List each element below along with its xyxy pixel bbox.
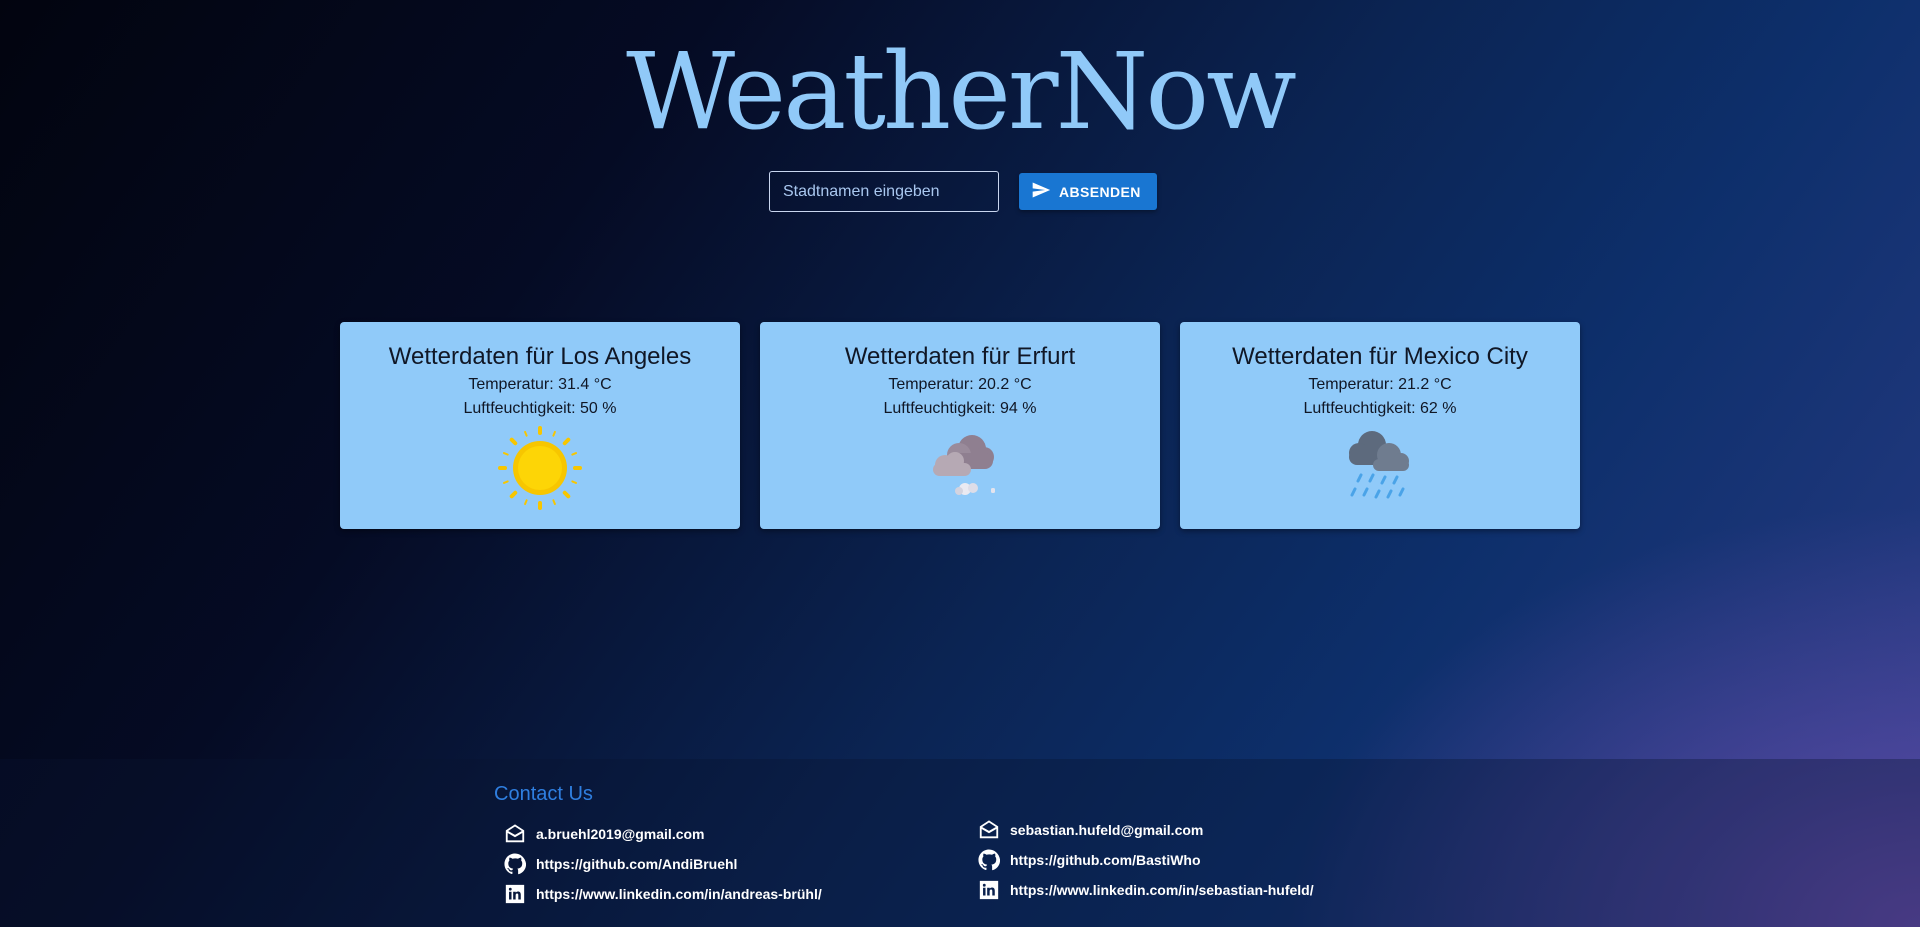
footer: Contact Us a.bruehl2019@gmail.com https:… — [0, 759, 1920, 927]
city-search-input[interactable] — [769, 171, 999, 212]
contact-email-item: sebastian.hufeld@gmail.com — [978, 815, 1314, 845]
card-temperature: Temperatur: 31.4 °C — [468, 376, 612, 393]
mail-icon — [504, 823, 536, 845]
contact-github-item: https://github.com/AndiBruehl — [504, 849, 822, 879]
sun-icon — [498, 426, 582, 510]
card-title: Wetterdaten für Los Angeles — [388, 343, 692, 370]
contact-linkedin-item: https://www.linkedin.com/in/sebastian-hu… — [978, 875, 1314, 905]
contact-heading: Contact Us — [494, 783, 593, 805]
card-humidity: Luftfeuchtigkeit: 62 % — [1303, 400, 1457, 417]
contact-email-item: a.bruehl2019@gmail.com — [504, 819, 822, 849]
weather-card-erfurt: Wetterdaten für Erfurt Temperatur: 20.2 … — [760, 322, 1160, 529]
submit-button[interactable]: ABSENDEN — [1019, 173, 1157, 210]
weather-card-mexico-city: Wetterdaten für Mexico City Temperatur: … — [1180, 322, 1580, 529]
card-temperature: Temperatur: 21.2 °C — [1308, 376, 1452, 393]
app-title: WeatherNow — [626, 30, 1297, 153]
linkedin-icon — [978, 879, 1010, 901]
card-humidity: Luftfeuchtigkeit: 50 % — [463, 400, 617, 417]
send-icon — [1031, 180, 1051, 203]
contact-linkedin-item: https://www.linkedin.com/in/andreas-brüh… — [504, 879, 822, 909]
contact-linkedin-link[interactable]: https://www.linkedin.com/in/andreas-brüh… — [536, 886, 822, 902]
fog-cloud-icon — [933, 435, 995, 495]
github-icon — [504, 853, 536, 875]
contact-github-link[interactable]: https://github.com/BastiWho — [1010, 852, 1201, 868]
search-form: ABSENDEN — [769, 171, 1157, 212]
weather-card-los-angeles: Wetterdaten für Los Angeles Temperatur: … — [340, 322, 740, 529]
card-humidity: Luftfeuchtigkeit: 94 % — [883, 400, 1037, 417]
mail-icon — [978, 819, 1010, 841]
contact-linkedin-link[interactable]: https://www.linkedin.com/in/sebastian-hu… — [1010, 882, 1314, 898]
contact-email-link[interactable]: sebastian.hufeld@gmail.com — [1010, 822, 1203, 838]
contact-github-link[interactable]: https://github.com/AndiBruehl — [536, 856, 737, 872]
submit-button-label: ABSENDEN — [1059, 183, 1141, 200]
linkedin-icon — [504, 883, 536, 905]
card-title: Wetterdaten für Mexico City — [1232, 343, 1528, 370]
github-icon — [978, 849, 1010, 871]
contact-github-item: https://github.com/BastiWho — [978, 845, 1314, 875]
contact-column-right: sebastian.hufeld@gmail.com https://githu… — [978, 815, 1314, 905]
card-temperature: Temperatur: 20.2 °C — [888, 376, 1032, 393]
card-title: Wetterdaten für Erfurt — [844, 343, 1076, 370]
contact-email-link[interactable]: a.bruehl2019@gmail.com — [536, 826, 705, 842]
contact-column-left: a.bruehl2019@gmail.com https://github.co… — [504, 819, 822, 909]
weather-cards: Wetterdaten für Los Angeles Temperatur: … — [340, 322, 1580, 529]
rain-cloud-icon — [1349, 431, 1409, 499]
